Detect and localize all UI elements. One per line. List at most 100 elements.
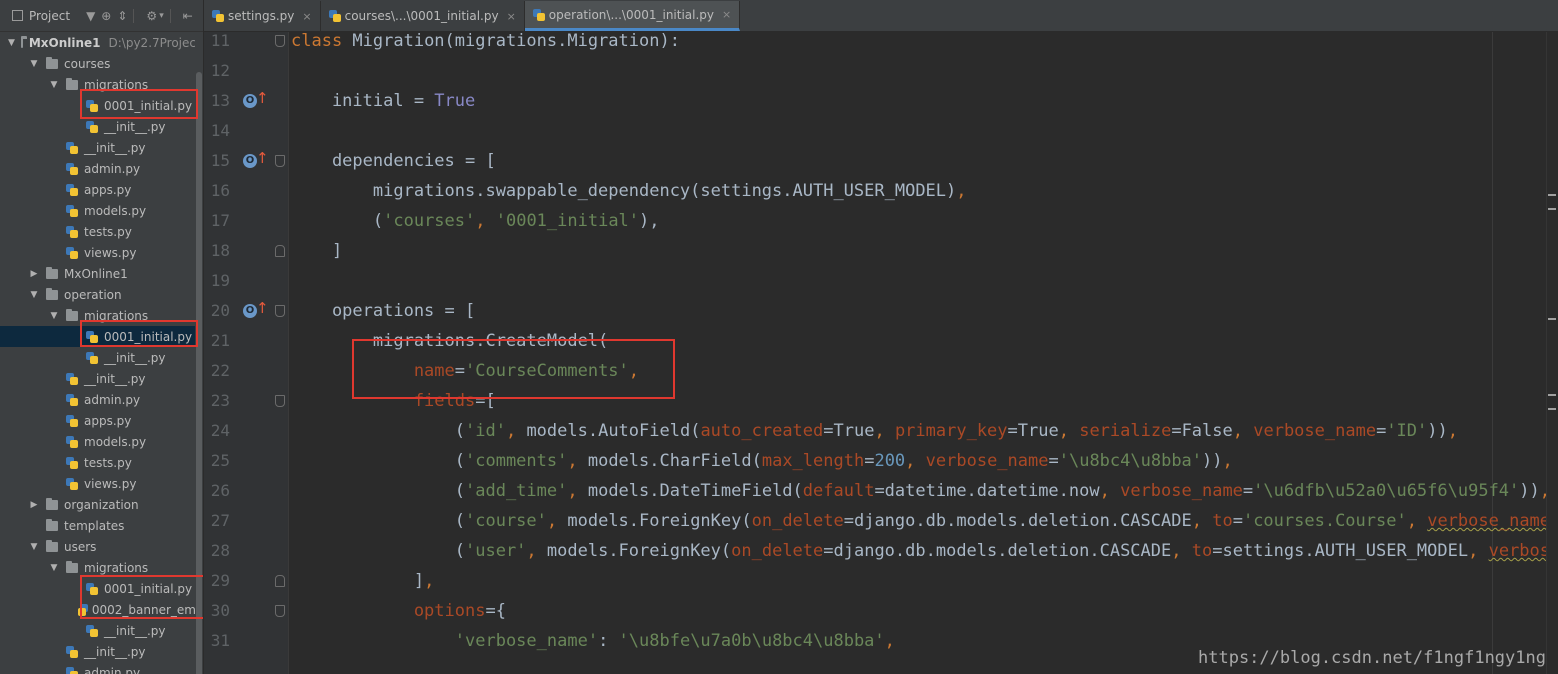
code-line[interactable]: ], (291, 566, 435, 596)
code-line[interactable]: class Migration(migrations.Migration): (291, 32, 680, 56)
python-file-icon (66, 183, 78, 196)
tree-file-item[interactable]: __init__.py (0, 620, 196, 641)
python-file-icon (66, 225, 78, 238)
tree-folder-item[interactable]: ▼ migrations (0, 305, 196, 326)
folder-icon (66, 560, 78, 573)
tree-folder-item[interactable]: ▶ MxOnline1 (0, 263, 196, 284)
fold-marker-icon[interactable] (275, 575, 285, 587)
project-view-selector[interactable]: Project (29, 9, 70, 23)
code-line[interactable]: ('course', models.ForeignKey(on_delete=d… (291, 506, 1558, 536)
project-view-icon[interactable] (12, 10, 23, 21)
fold-marker-icon[interactable] (275, 245, 285, 257)
tree-file-item[interactable]: __init__.py (0, 347, 196, 368)
tree-file-item[interactable]: tests.py (0, 221, 196, 242)
tree-file-item[interactable]: tests.py (0, 452, 196, 473)
locate-file-icon[interactable]: ⊕ (101, 9, 111, 23)
dropdown-arrow-icon[interactable]: ▼ (86, 9, 95, 23)
code-token: =True (1007, 421, 1059, 441)
expand-arrow-icon[interactable]: ▼ (28, 290, 40, 300)
tree-file-item[interactable]: apps.py (0, 179, 196, 200)
tree-file-item[interactable]: models.py (0, 200, 196, 221)
code-editor[interactable]: 11 12 13 O ↑ 14 15 O ↑ 16 17 18 19 20 O ↑ 21 22 23 24 25 26 27… (204, 32, 1558, 674)
expand-arrow-icon[interactable]: ▼ (48, 80, 60, 90)
tree-file-item[interactable]: __init__.py (0, 137, 196, 158)
code-line[interactable]: initial = True (291, 86, 475, 116)
expand-arrow-icon[interactable]: ▼ (28, 542, 40, 552)
code-line[interactable]: ('add_time', models.DateTimeField(defaul… (291, 476, 1550, 506)
folder-icon (46, 518, 58, 531)
editor-tab[interactable]: settings.py × (204, 1, 321, 31)
code-line[interactable]: name='CourseComments', (291, 356, 639, 386)
tree-file-item[interactable]: __init__.py (0, 368, 196, 389)
tree-file-item[interactable]: 0001_initial.py (0, 95, 196, 116)
fold-marker-icon[interactable] (275, 395, 285, 407)
tree-folder-item[interactable]: ▼ migrations (0, 74, 196, 95)
tree-folder-item[interactable]: ▼ users (0, 536, 196, 557)
code-line[interactable]: migrations.CreateModel( (291, 326, 608, 356)
project-scrollbar[interactable] (195, 32, 203, 674)
code-line[interactable]: 'verbose_name': '\u8bfe\u7a0b\u8bc4\u8bb… (291, 626, 895, 656)
code-line[interactable]: options={ (291, 596, 506, 626)
project-scrollbar-thumb[interactable] (196, 72, 202, 674)
tree-item-label: __init__.py (104, 119, 166, 134)
code-line[interactable]: ('comments', models.CharField(max_length… (291, 446, 1233, 476)
fold-marker-icon[interactable] (275, 305, 285, 317)
tree-item-label: 0001_initial.py (104, 581, 193, 596)
tree-file-item[interactable]: admin.py (0, 662, 196, 674)
tree-folder-item[interactable]: ▼ courses (0, 53, 196, 74)
fold-marker-icon[interactable] (275, 605, 285, 617)
code-token: 200 (874, 451, 906, 471)
editor-tab[interactable]: courses\...\0001_initial.py × (320, 1, 525, 31)
tree-file-item[interactable]: models.py (0, 431, 196, 452)
code-line[interactable]: fields=[ (291, 386, 496, 416)
collapse-arrow-icon[interactable]: ▶ (28, 500, 40, 510)
collapse-arrow-icon[interactable]: ▶ (28, 269, 40, 279)
close-icon[interactable]: × (507, 10, 516, 23)
tree-file-item[interactable]: admin.py (0, 389, 196, 410)
code-line[interactable]: ] (291, 236, 342, 266)
editor-scrollbar[interactable] (1546, 32, 1558, 674)
expand-arrow-icon[interactable]: ▼ (8, 38, 15, 48)
editor-tab[interactable]: operation\...\0001_initial.py × (524, 1, 741, 31)
tree-file-item[interactable]: 0001_initial.py (0, 326, 196, 347)
tree-file-item[interactable]: 0001_initial.py (0, 578, 196, 599)
tree-folder-item[interactable]: ▼ operation (0, 284, 196, 305)
tree-file-item[interactable]: __init__.py (0, 641, 196, 662)
line-number: 14 (210, 121, 230, 140)
tree-folder-item[interactable]: ▼ migrations (0, 557, 196, 578)
close-icon[interactable]: × (722, 8, 731, 21)
tree-file-item[interactable]: admin.py (0, 158, 196, 179)
tree-file-item[interactable]: views.py (0, 473, 196, 494)
code-line[interactable]: dependencies = [ (291, 146, 496, 176)
tree-folder-item[interactable]: ▶ organization (0, 494, 196, 515)
tree-file-item[interactable]: views.py (0, 242, 196, 263)
tree-folder-item[interactable]: ▼ MxOnline1 D:\py2.7Projec (0, 32, 196, 53)
fold-marker-icon[interactable] (275, 35, 285, 47)
expand-arrow-icon[interactable]: ▼ (28, 59, 40, 69)
code-line[interactable]: operations = [ (291, 296, 475, 326)
override-marker-icon[interactable]: O ↑ (243, 89, 269, 110)
code-line[interactable]: ('id', models.AutoField(auto_created=Tru… (291, 416, 1458, 446)
tree-folder-item[interactable]: templates (0, 515, 196, 536)
project-folder-icon (20, 35, 27, 48)
code-token: 'comments' (465, 451, 568, 471)
override-marker-icon[interactable]: O ↑ (243, 299, 269, 320)
close-icon[interactable]: × (302, 10, 311, 23)
tree-file-item[interactable]: 0002_banner_em (0, 599, 196, 620)
code-line[interactable]: migrations.swappable_dependency(settings… (291, 176, 967, 206)
hide-panel-icon[interactable]: ⇤ (183, 9, 193, 23)
gear-dropdown-icon[interactable]: ▾ (159, 11, 164, 21)
collapse-all-icon[interactable]: ⇕ (117, 9, 127, 23)
override-marker-icon[interactable]: O ↑ (243, 149, 269, 170)
fold-marker-icon[interactable] (275, 155, 285, 167)
code-line[interactable]: ('courses', '0001_initial'), (291, 206, 660, 236)
tree-file-item[interactable]: apps.py (0, 410, 196, 431)
python-file-icon (66, 204, 78, 217)
line-number: 13 (210, 91, 230, 110)
expand-arrow-icon[interactable]: ▼ (48, 563, 60, 573)
tree-file-item[interactable]: __init__.py (0, 116, 196, 137)
code-line[interactable]: ('user', models.ForeignKey(on_delete=dja… (291, 536, 1558, 566)
gear-icon[interactable]: ⚙ (146, 9, 157, 23)
expand-arrow-icon[interactable]: ▼ (48, 311, 60, 321)
code-token: migrations.CreateModel( (291, 331, 609, 351)
